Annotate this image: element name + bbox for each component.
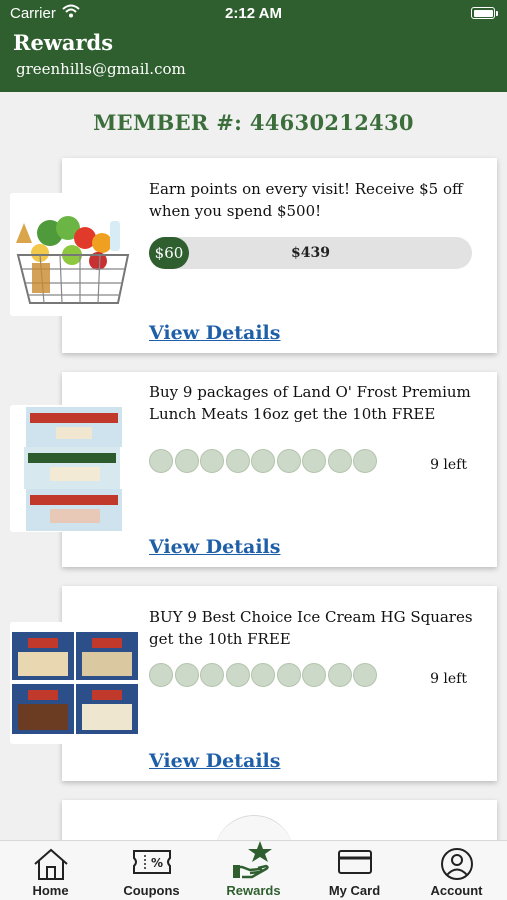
ice-cream-image xyxy=(10,622,138,744)
punch-circle xyxy=(200,449,224,473)
card-icon xyxy=(336,847,374,882)
punch-card xyxy=(149,663,389,689)
punch-circle xyxy=(276,449,301,473)
punch-circle xyxy=(251,663,275,687)
punch-card xyxy=(149,449,389,475)
reward-description: Buy 9 packages of Land O' Frost Premium … xyxy=(149,383,471,423)
punch-circle xyxy=(353,449,377,473)
tab-my-card[interactable]: My Card xyxy=(304,841,405,900)
tab-label: Account xyxy=(430,883,483,898)
header: Rewards greenhills@gmail.com xyxy=(0,28,507,92)
punch-circle xyxy=(327,449,352,473)
punch-circle xyxy=(225,663,250,687)
svg-text:%: % xyxy=(151,856,163,870)
tab-label: Rewards xyxy=(226,883,281,898)
view-details-link[interactable]: View Details xyxy=(149,750,280,772)
punch-circle xyxy=(149,663,173,687)
punch-circle xyxy=(302,663,326,687)
member-number: MEMBER #: 44630212430 xyxy=(93,110,414,135)
battery-icon xyxy=(471,7,495,19)
home-icon xyxy=(32,847,70,886)
grocery-basket-image xyxy=(10,193,138,316)
punch-circle xyxy=(174,663,199,687)
punch-circle xyxy=(174,449,199,473)
punch-circle xyxy=(149,449,173,473)
status-bar: Carrier 2:12 AM xyxy=(0,0,507,28)
tab-rewards[interactable]: Rewards xyxy=(203,841,304,900)
account-icon xyxy=(440,847,474,886)
punch-circle xyxy=(225,449,250,473)
points-progress-bar: $439 $60 xyxy=(149,237,472,269)
punch-circle xyxy=(302,449,326,473)
account-email: greenhills@gmail.com xyxy=(16,60,186,78)
reward-description: Earn points on every visit! Receive $5 o… xyxy=(149,180,463,220)
tab-home[interactable]: Home xyxy=(0,841,101,900)
punches-left: 9 left xyxy=(430,671,467,687)
tab-label: Home xyxy=(32,883,69,898)
points-remaining: $439 xyxy=(291,245,330,261)
points-earned: $60 xyxy=(149,237,189,269)
punch-circle xyxy=(353,663,377,687)
view-details-link[interactable]: View Details xyxy=(149,322,280,344)
punch-circle xyxy=(276,663,301,687)
tab-label: Coupons xyxy=(123,883,180,898)
rewards-icon xyxy=(232,839,276,884)
punch-circle xyxy=(200,663,224,687)
lunch-meat-image xyxy=(10,405,138,532)
tab-coupons[interactable]: % Coupons xyxy=(101,841,202,900)
punches-left: 9 left xyxy=(430,457,467,473)
tab-label: My Card xyxy=(328,883,381,898)
view-details-link[interactable]: View Details xyxy=(149,536,280,558)
coupon-icon: % xyxy=(131,847,173,882)
punch-circle xyxy=(251,449,275,473)
reward-description: BUY 9 Best Choice Ice Cream HG Squares g… xyxy=(149,608,473,648)
status-time: 2:12 AM xyxy=(225,5,282,22)
page-title: Rewards xyxy=(13,30,114,55)
punch-circle xyxy=(327,663,352,687)
tab-account[interactable]: Account xyxy=(406,841,507,900)
tab-bar: Home % Coupons Rewards My Card Account xyxy=(0,840,507,900)
